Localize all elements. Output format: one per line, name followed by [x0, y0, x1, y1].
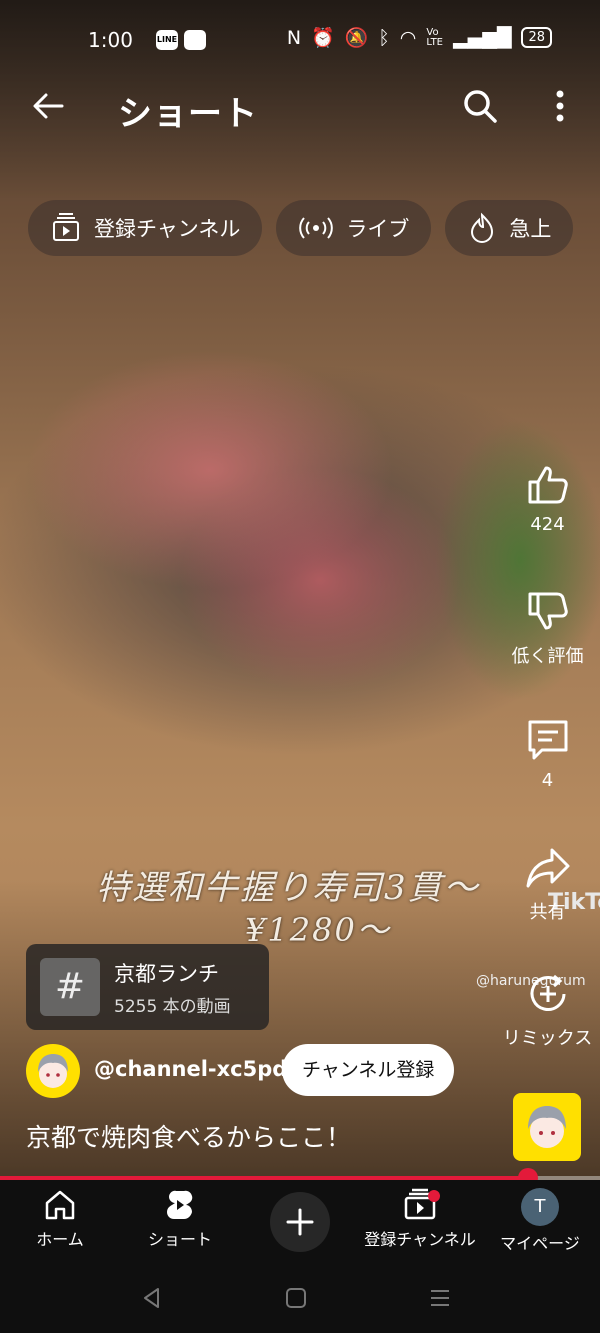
shorts-icon: [167, 1190, 193, 1219]
nav-mypage-label: マイページ: [500, 1234, 580, 1253]
remix-icon: [530, 974, 565, 1011]
channel-avatar[interactable]: [26, 1044, 80, 1098]
system-nav-bar: [0, 1264, 600, 1333]
plus-icon: [286, 1208, 314, 1236]
signal-icon: ▂▄▆█: [453, 26, 512, 49]
home-icon: [45, 1190, 75, 1220]
more-vert-icon[interactable]: [545, 86, 575, 126]
alarm-icon: ⏰: [311, 27, 335, 49]
user-avatar: T: [521, 1188, 559, 1226]
chip-label: ライブ: [346, 217, 410, 241]
status-time: 1:00: [88, 28, 133, 52]
hashtag-icon: #: [40, 958, 100, 1016]
thumbs-up-icon: [528, 466, 568, 504]
top-bar: ショート: [0, 78, 600, 138]
comment-button[interactable]: 4: [500, 716, 595, 791]
remix-sound-thumbnail[interactable]: [513, 1093, 581, 1161]
nav-subscriptions[interactable]: 登録チャンネル: [360, 1188, 480, 1250]
nav-home[interactable]: ホーム: [0, 1188, 120, 1250]
search-icon[interactable]: [460, 86, 500, 126]
volte-icon: Vo LTE: [426, 26, 443, 48]
hashtag-title: 京都ランチ: [114, 962, 219, 986]
nav-shorts-label: ショート: [147, 1230, 212, 1249]
hashtag-card[interactable]: # 京都ランチ 5255 本の動画: [26, 944, 269, 1030]
video-caption-line1: 特選和牛握り寿司3貫〜: [96, 868, 480, 908]
channel-name[interactable]: @channel-xc5pd: [94, 1057, 287, 1081]
notification-app-icon: [184, 30, 206, 50]
thumbs-down-icon: [528, 592, 568, 630]
shorts-screen: 1:00 LINE N ⏰ 🔕 ᛒ ◠ VoLTE ▂▄▆█ 28 ショート: [0, 0, 600, 1333]
bottom-nav: ホーム ショート 登録チャンネル T マイページ: [0, 1180, 600, 1264]
battery-icon: 28: [521, 27, 552, 48]
chip-live[interactable]: ライブ: [276, 200, 432, 256]
trending-icon: [471, 212, 494, 243]
share-label: 共有: [529, 902, 566, 923]
nav-subscriptions-label: 登録チャンネル: [364, 1230, 476, 1249]
nav-mypage[interactable]: T マイページ: [480, 1188, 600, 1254]
status-icons: N ⏰ 🔕 ᛒ ◠ Vo LTE ▂▄▆█ 28: [287, 26, 552, 49]
page-title: ショート: [118, 94, 258, 134]
like-button[interactable]: 424: [500, 460, 595, 535]
wifi-icon: ◠: [399, 26, 417, 49]
create-button[interactable]: [270, 1192, 330, 1252]
chip-label: 急上: [509, 217, 552, 241]
status-bar: 1:00 LINE N ⏰ 🔕 ᛒ ◠ Vo LTE ▂▄▆█ 28: [0, 18, 600, 62]
system-recents-icon[interactable]: [428, 1286, 452, 1310]
chip-trending[interactable]: 急上: [445, 200, 574, 256]
notification-dot: [428, 1190, 440, 1202]
subscriptions-icon: [53, 213, 79, 241]
remix-button[interactable]: リミックス: [500, 970, 595, 1050]
dislike-label: 低く評価: [511, 646, 584, 667]
hashtag-video-count: 5255 本の動画: [114, 997, 231, 1017]
filter-chips: 登録チャンネル ライブ 急上: [28, 200, 574, 256]
video-title[interactable]: 京都で焼肉食べるからここ！: [26, 1118, 351, 1154]
system-home-icon[interactable]: [284, 1286, 308, 1310]
live-icon: [299, 217, 334, 239]
chip-label: 登録チャンネル: [94, 217, 241, 241]
remix-label: リミックス: [502, 1028, 593, 1049]
line-app-icon: LINE: [156, 30, 178, 50]
nfc-icon: N: [286, 26, 302, 49]
video-caption-line2: ¥1280〜: [245, 911, 391, 949]
bluetooth-icon: ᛒ: [378, 26, 390, 49]
nav-shorts[interactable]: ショート: [120, 1188, 240, 1250]
chip-subscriptions[interactable]: 登録チャンネル: [28, 200, 263, 256]
avatar-illustration: [38, 1054, 68, 1088]
sound-avatar-icon: [528, 1106, 566, 1148]
dislike-button[interactable]: 低く評価: [500, 588, 595, 668]
comment-count: 4: [541, 770, 554, 791]
mute-icon: 🔕: [344, 27, 369, 49]
share-button[interactable]: 共有: [500, 844, 595, 924]
share-icon: [526, 848, 569, 888]
subscribe-button[interactable]: チャンネル登録: [282, 1044, 455, 1096]
comment-icon: [528, 720, 567, 760]
like-count: 424: [530, 514, 565, 535]
nav-home-label: ホーム: [36, 1230, 84, 1249]
back-arrow-icon[interactable]: [28, 86, 68, 126]
system-back-icon[interactable]: [140, 1286, 164, 1310]
channel-row: @channel-xc5pd チャンネル登録: [26, 1044, 476, 1098]
